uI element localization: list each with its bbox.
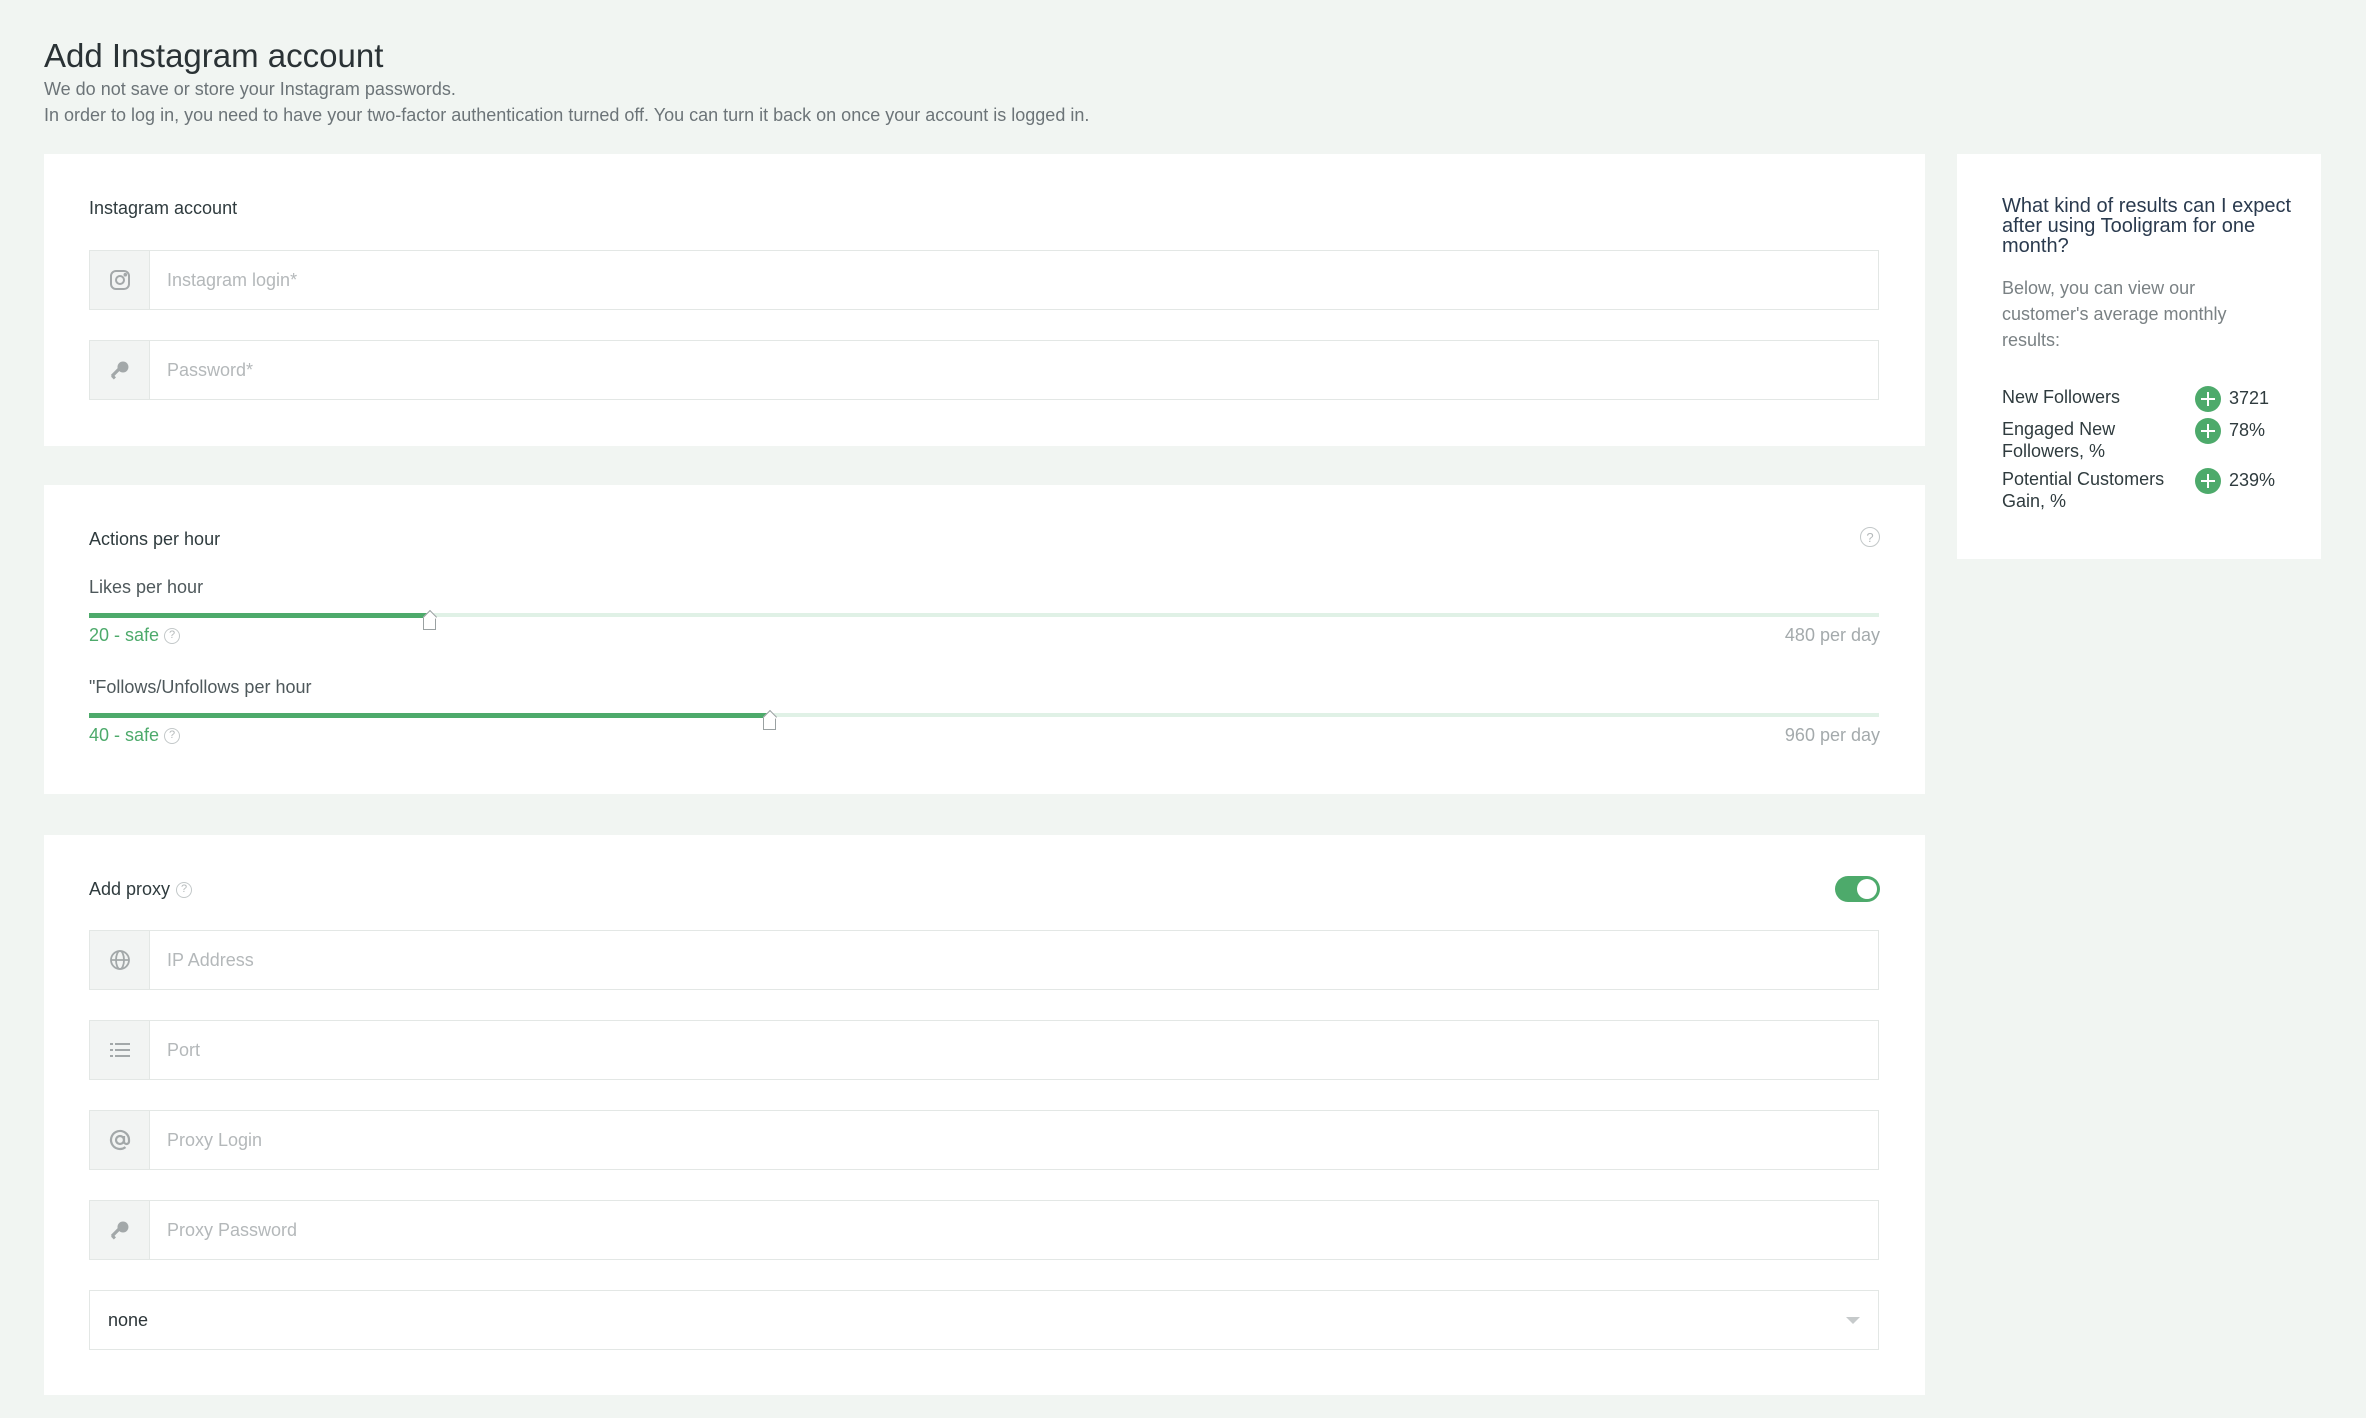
list-icon: [90, 1021, 150, 1079]
likes-safe-indicator: 20 - safe ?: [89, 625, 181, 646]
follows-slider-fill: [89, 713, 770, 718]
results-card: What kind of results can I expect after …: [1957, 154, 2321, 559]
results-description: Below, you can view our customer's avera…: [2002, 278, 2227, 350]
stat-value: 78%: [2229, 420, 2266, 440]
instagram-password-input[interactable]: [150, 341, 1878, 399]
globe-icon: [90, 931, 150, 989]
actions-per-hour-title: Actions per hour: [89, 529, 221, 549]
likes-slider-handle[interactable]: [423, 617, 437, 630]
question-icon[interactable]: ?: [164, 727, 181, 744]
follows-per-hour-slider[interactable]: [89, 713, 1879, 730]
page-title: Add Instagram account: [44, 37, 384, 74]
instagram-password-field: [89, 340, 1879, 400]
stat-name: Engaged New Followers, %: [2002, 419, 2116, 461]
instagram-login-field: [89, 250, 1879, 310]
likes-slider-fill: [89, 613, 430, 618]
instagram-account-title: Instagram account: [89, 198, 238, 218]
question-icon[interactable]: ?: [176, 881, 193, 898]
instagram-icon: [90, 251, 150, 309]
proxy-toggle[interactable]: [1835, 876, 1880, 902]
stat-name: Potential Customers Gain, %: [2002, 469, 2165, 511]
question-icon[interactable]: ?: [1860, 527, 1880, 547]
stat-value: 3721: [2229, 388, 2270, 408]
likes-per-day: 480 per day: [1784, 625, 1880, 645]
instagram-login-input[interactable]: [150, 251, 1878, 309]
ip-address-input[interactable]: [150, 931, 1878, 989]
proxy-login-input[interactable]: [150, 1111, 1878, 1169]
add-proxy-label: Add proxy: [89, 879, 171, 899]
stat-row: New Followers 3721: [2002, 386, 2322, 412]
add-proxy-title: Add proxy ?: [89, 879, 193, 900]
proxy-password-field: [89, 1200, 1879, 1260]
question-icon[interactable]: ?: [164, 627, 181, 644]
follows-safe-indicator: 40 - safe ?: [89, 725, 181, 746]
port-field: [89, 1020, 1879, 1080]
stat-name: New Followers: [2002, 387, 2121, 407]
add-proxy-card: Add proxy ? IP Address Port Proxy Login …: [44, 835, 1925, 1395]
key-icon: [90, 1201, 150, 1259]
plus-icon: [2195, 468, 2221, 494]
follows-safe-value: 40 - safe: [89, 725, 160, 745]
follows-per-hour-label: "Follows/Unfollows per hour: [89, 677, 312, 697]
proxy-type-select[interactable]: none: [89, 1290, 1879, 1350]
chevron-down-icon: [1846, 1316, 1860, 1324]
proxy-password-input[interactable]: [150, 1201, 1878, 1259]
likes-per-hour-slider[interactable]: [89, 613, 1879, 630]
plus-icon: [2195, 418, 2221, 444]
plus-icon: [2195, 386, 2221, 412]
stat-row: Engaged New Followers, % 78%: [2002, 418, 2322, 462]
results-title: What kind of results can I expect after …: [2002, 195, 2292, 257]
stat-value: 239%: [2229, 470, 2276, 490]
proxy-type-value: none: [108, 1309, 149, 1330]
instagram-account-card: Instagram account: [44, 154, 1925, 446]
actions-per-hour-card: Actions per hour ? Likes per hour 20 - s…: [44, 485, 1925, 794]
likes-safe-value: 20 - safe: [89, 625, 160, 645]
likes-per-hour-label: Likes per hour: [89, 577, 204, 597]
key-icon: [90, 341, 150, 399]
stat-row: Potential Customers Gain, % 239%: [2002, 468, 2322, 512]
port-input[interactable]: [150, 1021, 1878, 1079]
ip-address-field: [89, 930, 1879, 990]
at-icon: [90, 1111, 150, 1169]
follows-per-day: 960 per day: [1784, 725, 1880, 745]
follows-slider-handle[interactable]: [763, 717, 777, 730]
page-header: Add Instagram account We do not save or …: [44, 36, 1089, 128]
page-notice-1: We do not save or store your Instagram p…: [44, 79, 456, 99]
proxy-login-field: [89, 1110, 1879, 1170]
page-notice-2: In order to log in, you need to have you…: [44, 105, 1090, 125]
proxy-toggle-knob: [1857, 879, 1877, 899]
